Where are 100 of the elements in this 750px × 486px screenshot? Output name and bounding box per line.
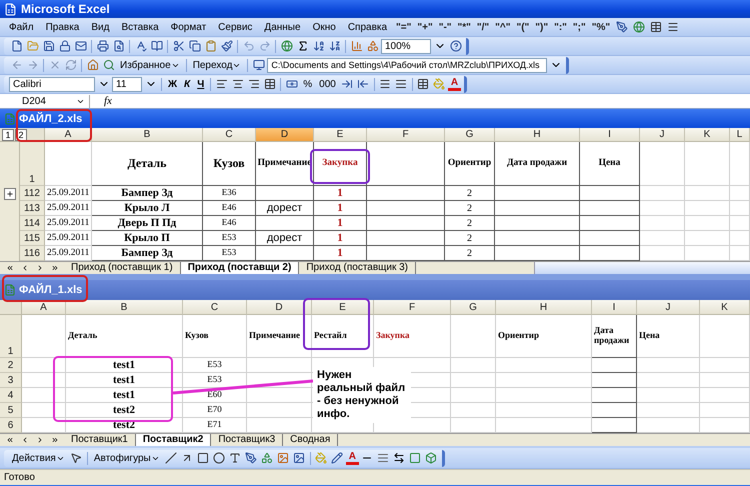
name-box[interactable]: D204 xyxy=(0,94,90,108)
menu-item[interactable]: Файл xyxy=(4,22,39,32)
thousands-button[interactable]: 000 xyxy=(316,78,339,90)
row-header[interactable]: 113 xyxy=(20,201,45,216)
borders-icon[interactable] xyxy=(416,76,431,92)
italic-button[interactable]: К xyxy=(181,78,194,90)
operator-button[interactable]: "/" xyxy=(474,22,492,32)
home-icon[interactable] xyxy=(85,58,100,72)
column-header[interactable]: E xyxy=(314,128,367,142)
column-header[interactable]: C xyxy=(183,300,247,315)
operator-button[interactable]: "+" xyxy=(415,22,435,32)
shapes-icon[interactable] xyxy=(365,38,380,54)
column-header[interactable]: F xyxy=(374,300,451,315)
help-icon[interactable] xyxy=(448,38,463,54)
menu-item[interactable]: Сервис xyxy=(213,22,258,32)
clip-art-icon[interactable] xyxy=(276,450,291,466)
insert-function-button[interactable]: fx xyxy=(94,95,112,107)
merge-cells-icon[interactable] xyxy=(262,76,278,92)
table-icon[interactable] xyxy=(648,20,664,34)
column-header[interactable]: K xyxy=(685,128,730,142)
operator-button[interactable]: ";" xyxy=(570,22,588,32)
operator-button[interactable]: ")" xyxy=(533,22,550,32)
font-field[interactable]: Calibri xyxy=(9,76,95,92)
operator-button[interactable]: ":" xyxy=(552,22,569,32)
monitor-icon[interactable] xyxy=(251,58,266,72)
column-header[interactable]: F xyxy=(367,128,445,142)
operator-button[interactable]: "*" xyxy=(456,22,473,32)
row-header[interactable]: 1 xyxy=(20,142,45,186)
cut-icon[interactable] xyxy=(171,38,186,54)
rectangle-icon[interactable] xyxy=(196,450,211,466)
column-header[interactable]: L xyxy=(730,128,750,142)
shadow-icon[interactable] xyxy=(408,450,423,466)
row-header[interactable]: 1 xyxy=(0,315,22,358)
actions-menu[interactable]: Действия xyxy=(9,452,68,464)
pen-icon[interactable] xyxy=(614,20,630,34)
row-header[interactable]: 5 xyxy=(0,403,22,418)
row-header[interactable]: 114 xyxy=(20,216,45,231)
copy-icon[interactable] xyxy=(187,38,202,54)
book-icon[interactable] xyxy=(149,38,164,54)
horizontal-scrollbar[interactable] xyxy=(534,262,750,274)
brush-icon[interactable] xyxy=(219,38,234,54)
address-field[interactable]: C:\Documents and Settings\4\Рабочий стол\MRZclub\ПРИХОД.xls xyxy=(267,58,548,72)
column-header[interactable]: B xyxy=(66,300,183,315)
menu-item[interactable]: Справка xyxy=(342,22,392,32)
font-color-button[interactable]: A xyxy=(448,78,462,90)
column-header[interactable]: G xyxy=(451,300,496,315)
mail-icon[interactable] xyxy=(73,38,88,54)
zoom-field[interactable]: 100% xyxy=(381,38,431,54)
oval-icon[interactable] xyxy=(212,450,227,466)
column-header[interactable]: J xyxy=(640,128,685,142)
fill-color-icon[interactable] xyxy=(432,76,447,92)
line-icon[interactable] xyxy=(164,450,179,466)
font-color-button[interactable]: A xyxy=(346,452,359,464)
row-header[interactable]: 116 xyxy=(20,246,45,261)
go-menu[interactable]: Переход xyxy=(190,60,244,70)
percent-button[interactable]: % xyxy=(300,78,316,90)
menu-item[interactable]: Вид xyxy=(86,22,114,32)
column-header[interactable]: J xyxy=(637,300,700,315)
picture-icon[interactable] xyxy=(292,450,307,466)
sort-ascending-icon[interactable] xyxy=(311,38,326,54)
pointer-icon[interactable] xyxy=(68,450,84,466)
column-header[interactable]: C xyxy=(203,128,256,142)
menu-item[interactable]: Формат xyxy=(166,22,212,32)
autoshapes-menu[interactable]: Автофигуры xyxy=(90,452,163,464)
search-icon[interactable] xyxy=(101,58,116,72)
print-icon[interactable] xyxy=(95,38,110,54)
sheet-tab[interactable]: Приход (поставщи 2) xyxy=(180,262,300,274)
column-header[interactable]: G xyxy=(445,128,495,142)
column-header[interactable]: D xyxy=(256,128,314,142)
sheet-tab[interactable]: Поставщик2 xyxy=(136,434,212,446)
column-header[interactable]: H xyxy=(495,128,580,142)
column-header[interactable]: K xyxy=(700,300,750,315)
outline-level-button[interactable]: 1 xyxy=(2,128,14,140)
operator-button[interactable]: "(" xyxy=(514,22,532,32)
bold-button[interactable]: Ж xyxy=(165,78,180,90)
operator-button[interactable]: "-" xyxy=(436,22,454,32)
row-header[interactable]: 6 xyxy=(0,418,22,433)
favorites-menu[interactable]: Избранное xyxy=(117,60,183,70)
row-header[interactable]: 2 xyxy=(0,358,22,373)
column-header[interactable]: H xyxy=(496,300,592,315)
column-header[interactable]: D xyxy=(247,300,312,315)
operator-button[interactable]: "%" xyxy=(590,22,612,32)
column-header[interactable]: B xyxy=(92,128,203,142)
operator-button[interactable]: "=" xyxy=(394,22,414,32)
3d-icon[interactable] xyxy=(424,450,439,466)
globe-icon[interactable] xyxy=(279,38,294,54)
fill-color-icon[interactable] xyxy=(314,450,329,466)
operator-button[interactable]: "^" xyxy=(493,22,512,32)
menu-item[interactable]: Окно xyxy=(308,22,341,32)
menu-item[interactable]: Данные xyxy=(259,22,306,32)
font-size-field[interactable]: 11 xyxy=(112,76,142,92)
menu-item[interactable]: Правка xyxy=(40,22,84,32)
lock-icon[interactable] xyxy=(57,38,72,54)
row-header[interactable]: 3 xyxy=(0,373,22,388)
row-header[interactable]: 112 xyxy=(20,186,45,201)
column-header[interactable]: I xyxy=(592,300,637,315)
column-header[interactable]: I xyxy=(580,128,640,142)
row-header[interactable]: 115 xyxy=(20,231,45,246)
row-header[interactable]: 4 xyxy=(0,388,22,403)
sort-descending-icon[interactable] xyxy=(327,38,342,54)
